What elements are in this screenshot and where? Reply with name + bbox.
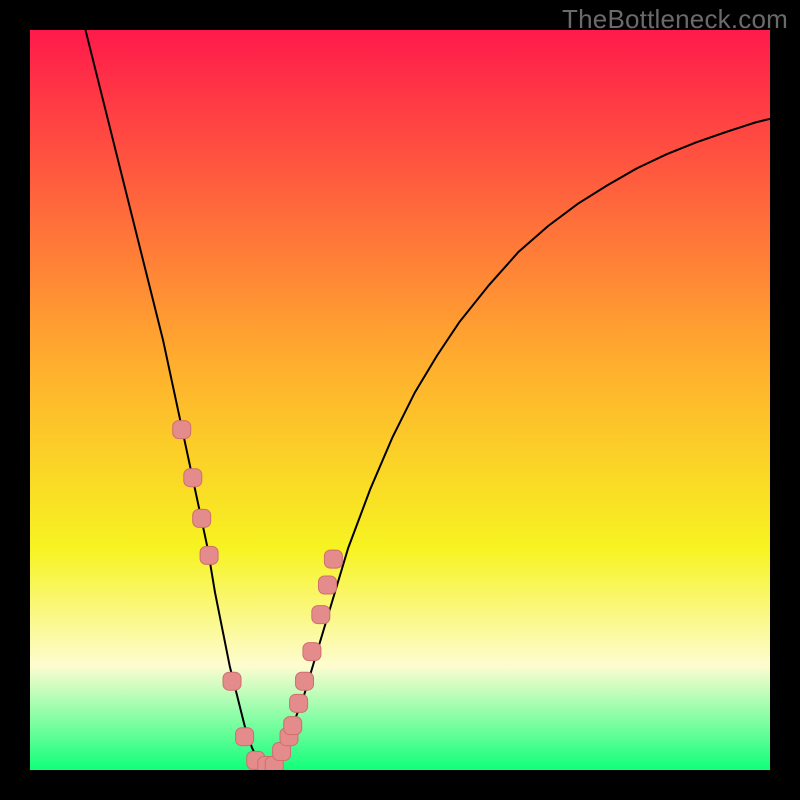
- marker-point: [184, 469, 202, 487]
- plot-svg: [30, 30, 770, 770]
- marker-point: [324, 550, 342, 568]
- watermark-text: TheBottleneck.com: [562, 4, 788, 35]
- marker-point: [312, 606, 330, 624]
- marker-point: [193, 509, 211, 527]
- marker-point: [284, 717, 302, 735]
- marker-point: [290, 694, 308, 712]
- marker-point: [173, 421, 191, 439]
- marker-point: [296, 672, 314, 690]
- gradient-background: [30, 30, 770, 770]
- marker-point: [303, 643, 321, 661]
- marker-point: [200, 546, 218, 564]
- marker-point: [236, 728, 254, 746]
- marker-point: [318, 576, 336, 594]
- plot-area: [30, 30, 770, 770]
- chart-frame: TheBottleneck.com: [0, 0, 800, 800]
- marker-point: [223, 672, 241, 690]
